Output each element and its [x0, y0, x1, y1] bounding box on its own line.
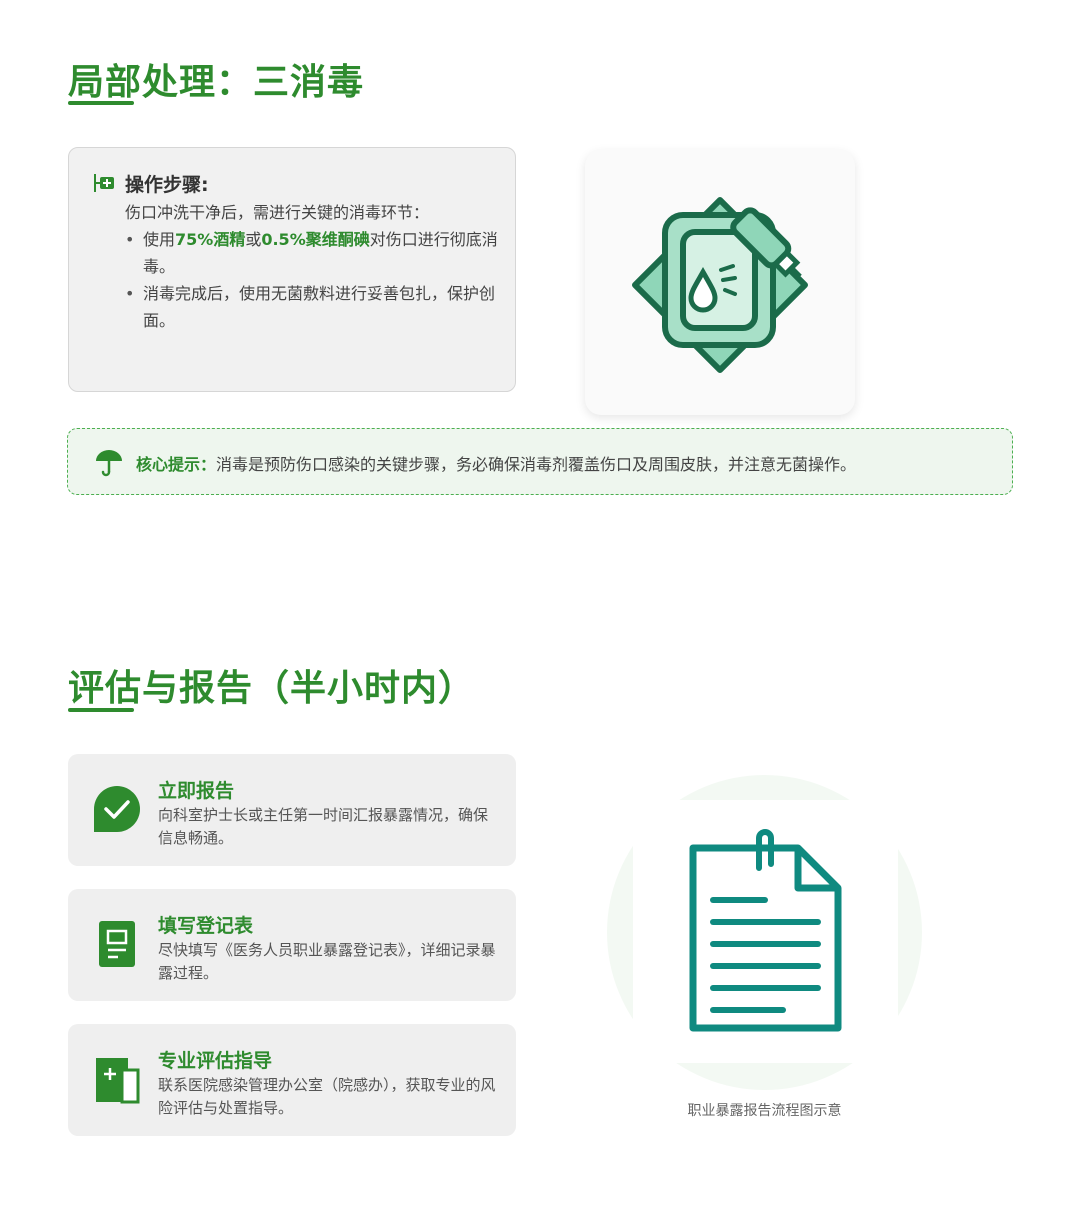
- report-item-assessment: 专业评估指导 联系医院感染管理办公室（院感办），获取专业的风险评估与处置指导。: [68, 1024, 516, 1136]
- steps-title: 操作步骤:: [125, 174, 209, 196]
- medical-list-icon: [94, 174, 114, 192]
- tip-text: 核心提示：消毒是预防伤口感染的关键步骤，务必确保消毒剂覆盖伤口及周围皮肤，并注意…: [136, 455, 857, 474]
- report-item-title: 立即报告: [158, 780, 235, 802]
- section-title-assessment: 评估与报告（半小时内）: [68, 668, 476, 709]
- report-item-form: 填写登记表 尽快填写《医务人员职业暴露登记表》，详细记录暴露过程。: [68, 889, 516, 1001]
- steps-card: 操作步骤: 伤口冲洗干净后，需进行关键的消毒环节： 使用75%酒精或0.5%聚维…: [68, 147, 516, 392]
- report-illustration: [633, 800, 898, 1063]
- highlight-povidone-iodine: 0.5%聚维酮碘: [261, 230, 370, 249]
- report-item-desc: 联系医院感染管理办公室（院感办），获取专业的风险评估与处置指导。: [158, 1076, 496, 1117]
- form-icon: [99, 921, 135, 967]
- report-item-immediate: 立即报告 向科室护士长或主任第一时间汇报暴露情况，确保信息畅通。: [68, 754, 516, 866]
- umbrella-icon: [96, 450, 122, 477]
- report-item-desc: 尽快填写《医务人员职业暴露登记表》，详细记录暴露过程。: [158, 941, 496, 982]
- report-item-title: 填写登记表: [158, 915, 254, 937]
- list-item: 消毒完成后，使用无菌敷料进行妥善包扎，保护创面。: [125, 280, 505, 334]
- report-item-title: 专业评估指导: [158, 1050, 273, 1072]
- medical-file-icon: [96, 1058, 140, 1104]
- illustration-caption: 职业暴露报告流程图示意: [687, 1103, 842, 1119]
- title-underline: [68, 101, 134, 105]
- core-tip-box: 核心提示：消毒是预防伤口感染的关键步骤，务必确保消毒剂覆盖伤口及周围皮肤，并注意…: [67, 428, 1013, 495]
- chat-check-icon: [94, 786, 140, 832]
- title-underline: [68, 708, 134, 712]
- disinfection-illustration-card: [585, 150, 855, 415]
- steps-list: 使用75%酒精或0.5%聚维酮碘对伤口进行彻底消毒。 消毒完成后，使用无菌敷料进…: [125, 226, 505, 334]
- report-item-desc: 向科室护士长或主任第一时间汇报暴露情况，确保信息畅通。: [158, 806, 489, 847]
- tip-label: 核心提示：: [136, 455, 217, 474]
- highlight-alcohol: 75%酒精: [175, 230, 246, 249]
- section-title-disinfection: 局部处理：三消毒: [68, 62, 365, 103]
- steps-intro: 伤口冲洗干净后，需进行关键的消毒环节：: [125, 203, 430, 222]
- list-item: 使用75%酒精或0.5%聚维酮碘对伤口进行彻底消毒。: [125, 226, 505, 280]
- disinfectant-spray-icon: [632, 197, 808, 373]
- clipped-document-icon: [689, 829, 842, 1032]
